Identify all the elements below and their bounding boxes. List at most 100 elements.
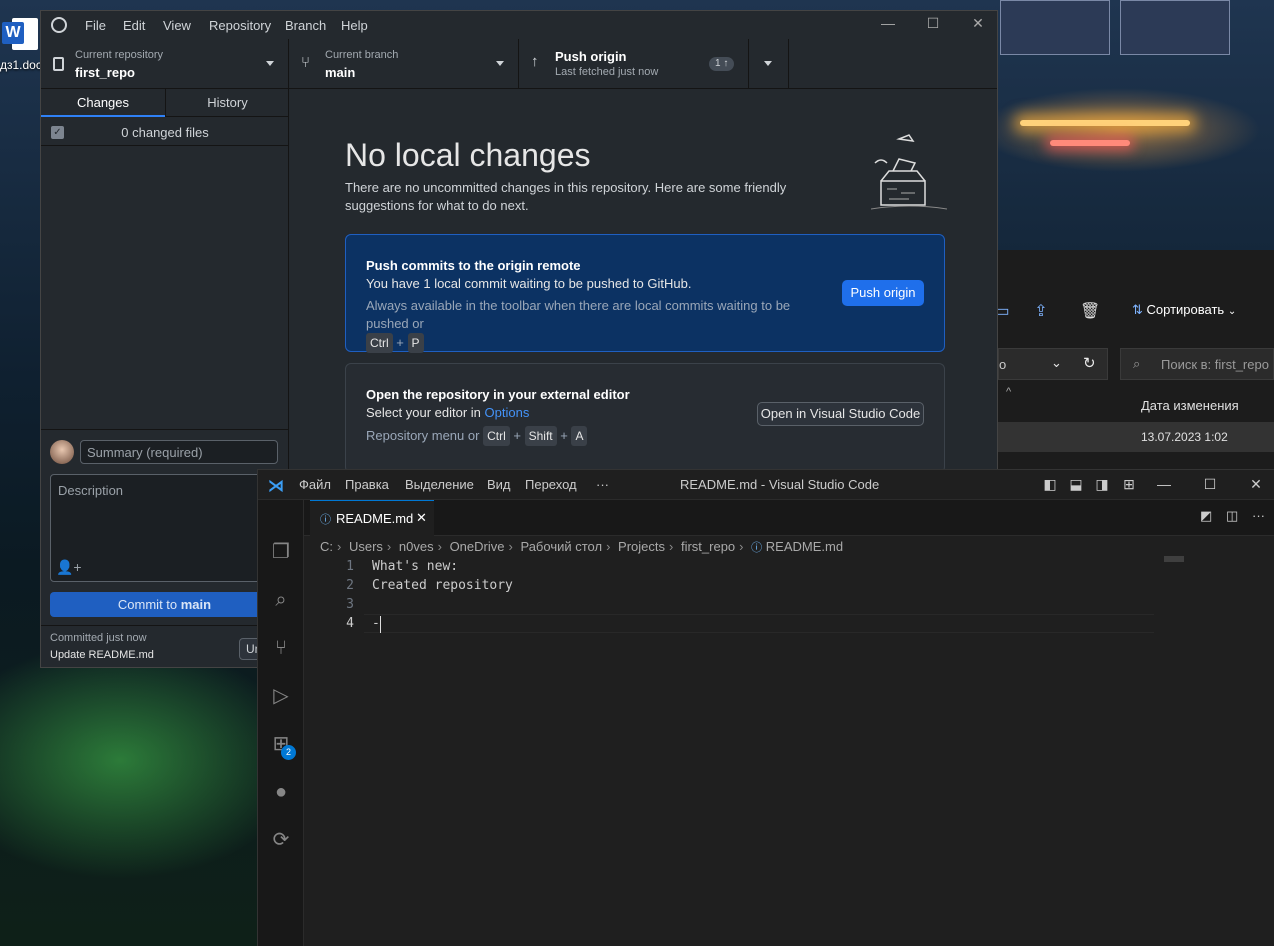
page-title: No local changes [345,137,591,173]
commit-button-label: Commit to [117,597,181,612]
menu-more[interactable]: ··· [596,477,609,492]
vscode-window: ⋊ Файл Правка Выделение Вид Переход ··· … [257,469,1274,946]
share-icon[interactable]: ⇪ [1031,302,1051,322]
close-icon[interactable]: ✕ [968,15,988,35]
breadcrumb: C: › Users › n0ves › OneDrive › Рабочий стол… [320,539,843,555]
editor-card-title: Open the repository in your external edi… [366,387,630,402]
add-coauthor-icon[interactable]: 👤+ [56,559,82,576]
wallpaper-window [1000,0,1110,55]
push-origin-action-button[interactable]: Push origin [842,280,924,306]
menu-edit[interactable]: Edit [123,18,145,33]
minimize-icon[interactable]: — [878,15,898,35]
tab-history[interactable]: History [165,89,289,117]
line-number: 1 [346,559,354,574]
editor-card-text: Select your editor in Options [366,405,529,420]
close-icon[interactable]: ✕ [1246,476,1266,493]
open-in-vscode-button[interactable]: Open in Visual Studio Code [757,402,924,426]
current-repository-button[interactable]: Current repository first_repo [41,39,289,89]
branch-label: Current branch [325,49,399,61]
tab-readme[interactable]: ⓘ README.md ✕ [310,500,434,536]
info-icon: ⓘ [751,542,763,554]
editor-tabs: ⓘ README.md ✕ ◩ ◫ ··· [304,500,1274,536]
commit-button[interactable]: Commit to main [50,592,279,617]
menu-file[interactable]: Файл [299,477,331,492]
maximize-icon[interactable]: ☐ [1200,476,1220,493]
menu-view[interactable]: Вид [487,477,511,492]
tab-changes[interactable]: Changes [41,89,165,117]
more-actions-icon[interactable]: ··· [1252,508,1265,523]
shortcut-key: P [407,333,424,353]
push-count-badge: 1 ↑ [709,57,735,71]
minimize-icon[interactable]: — [1154,476,1174,492]
minimap[interactable] [1164,556,1184,562]
explorer-icon[interactable]: ❐ [267,538,295,566]
menu-view[interactable]: View [163,18,191,33]
code-line[interactable]: What's new: [372,559,458,574]
editor-card-meta: Repository menu or Ctrl + Shift + A [366,426,836,446]
search-input[interactable]: ⌕ Поиск в: first_repo [1120,348,1274,380]
breadcrumb-item[interactable]: Projects [618,539,665,554]
breadcrumb-item[interactable]: OneDrive [450,539,505,554]
file-row[interactable] [998,422,1274,452]
push-options-button[interactable] [749,39,789,89]
split-editor-icon[interactable]: ◫ [1226,508,1238,524]
tab-label: README.md [336,511,414,526]
code-line[interactable]: - [372,616,380,631]
breadcrumb-item[interactable]: C: [320,539,333,554]
changed-files-count: 0 changed files [121,125,209,140]
remote-explorer-icon[interactable]: ⟳ [267,826,295,854]
address-bar-text: o [999,357,1007,372]
address-bar[interactable]: o ⌄ ↻ [998,348,1108,380]
shortcut-plus: + [513,428,521,443]
branch-icon: ⑂ [301,54,311,71]
menu-branch[interactable]: Branch [285,18,326,33]
breadcrumb-item[interactable]: first_repo [681,539,735,554]
menu-go[interactable]: Переход [525,477,577,492]
shortcut-plus: + [396,335,404,350]
menu-edit[interactable]: Правка [345,477,389,492]
open-changes-icon[interactable]: ◩ [1200,508,1212,524]
chevron-down-icon: ⌄ [1227,306,1237,317]
refresh-icon[interactable]: ↻ [1083,354,1096,372]
commit-branch-name: main [180,597,212,612]
shortcut-key: Ctrl [483,426,510,446]
customize-layout-icon[interactable]: ⊞ [1119,476,1139,493]
chevron-right-icon: › [386,539,392,554]
last-commit-time: Committed just now [50,632,147,644]
toggle-sidebar-icon[interactable]: ◧ [1040,476,1060,493]
code-line[interactable]: Created repository [372,578,513,593]
breadcrumb-item[interactable]: n0ves [399,539,434,554]
toggle-panel-icon[interactable]: ⬓ [1066,476,1086,493]
menu-help[interactable]: Help [341,18,368,33]
sort-button[interactable]: ⇅ Сортировать ⌄ [1132,302,1236,318]
code-editor[interactable]: 1 What's new: 2 Created repository 3 4 - [304,556,1214,936]
word-doc-desktop-icon[interactable]: W [0,12,40,52]
menu-file[interactable]: File [85,18,106,33]
column-header-date[interactable]: Дата изменения [1141,398,1239,413]
file-date: 13.07.2023 1:02 [1141,430,1228,444]
breadcrumb-item[interactable]: Рабочий стол [520,539,602,554]
avatar [50,440,74,464]
menu-selection[interactable]: Выделение [405,477,474,492]
run-debug-icon[interactable]: ▷ [267,682,295,710]
push-origin-button[interactable]: ↑ Push origin Last fetched just now 1 ↑ [519,39,749,89]
github-icon[interactable]: ● [267,778,295,806]
push-subtitle: Last fetched just now [555,66,659,78]
breadcrumb-item[interactable]: Users [349,539,383,554]
summary-input[interactable]: Summary (required) [80,440,278,464]
current-branch-button[interactable]: ⑂ Current branch main [289,39,519,89]
source-control-icon[interactable]: ⑂ [267,634,295,662]
search-icon[interactable]: ⌕ [267,586,295,614]
breadcrumb-item[interactable]: README.md [766,539,843,554]
maximize-icon[interactable]: ☐ [923,15,943,35]
options-link[interactable]: Options [485,405,530,420]
description-input[interactable]: Description 👤+ [50,474,279,582]
vscode-logo-icon: ⋊ [268,478,284,495]
chevron-down-icon[interactable]: ⌄ [1051,355,1062,371]
toggle-secondary-sidebar-icon[interactable]: ◨ [1092,476,1112,493]
sort-label: Сортировать [1146,302,1225,317]
delete-icon[interactable]: 🗑 [1080,302,1100,322]
extensions-badge: 2 [281,745,296,760]
close-icon[interactable]: ✕ [416,510,427,526]
menu-repository[interactable]: Repository [209,18,271,33]
